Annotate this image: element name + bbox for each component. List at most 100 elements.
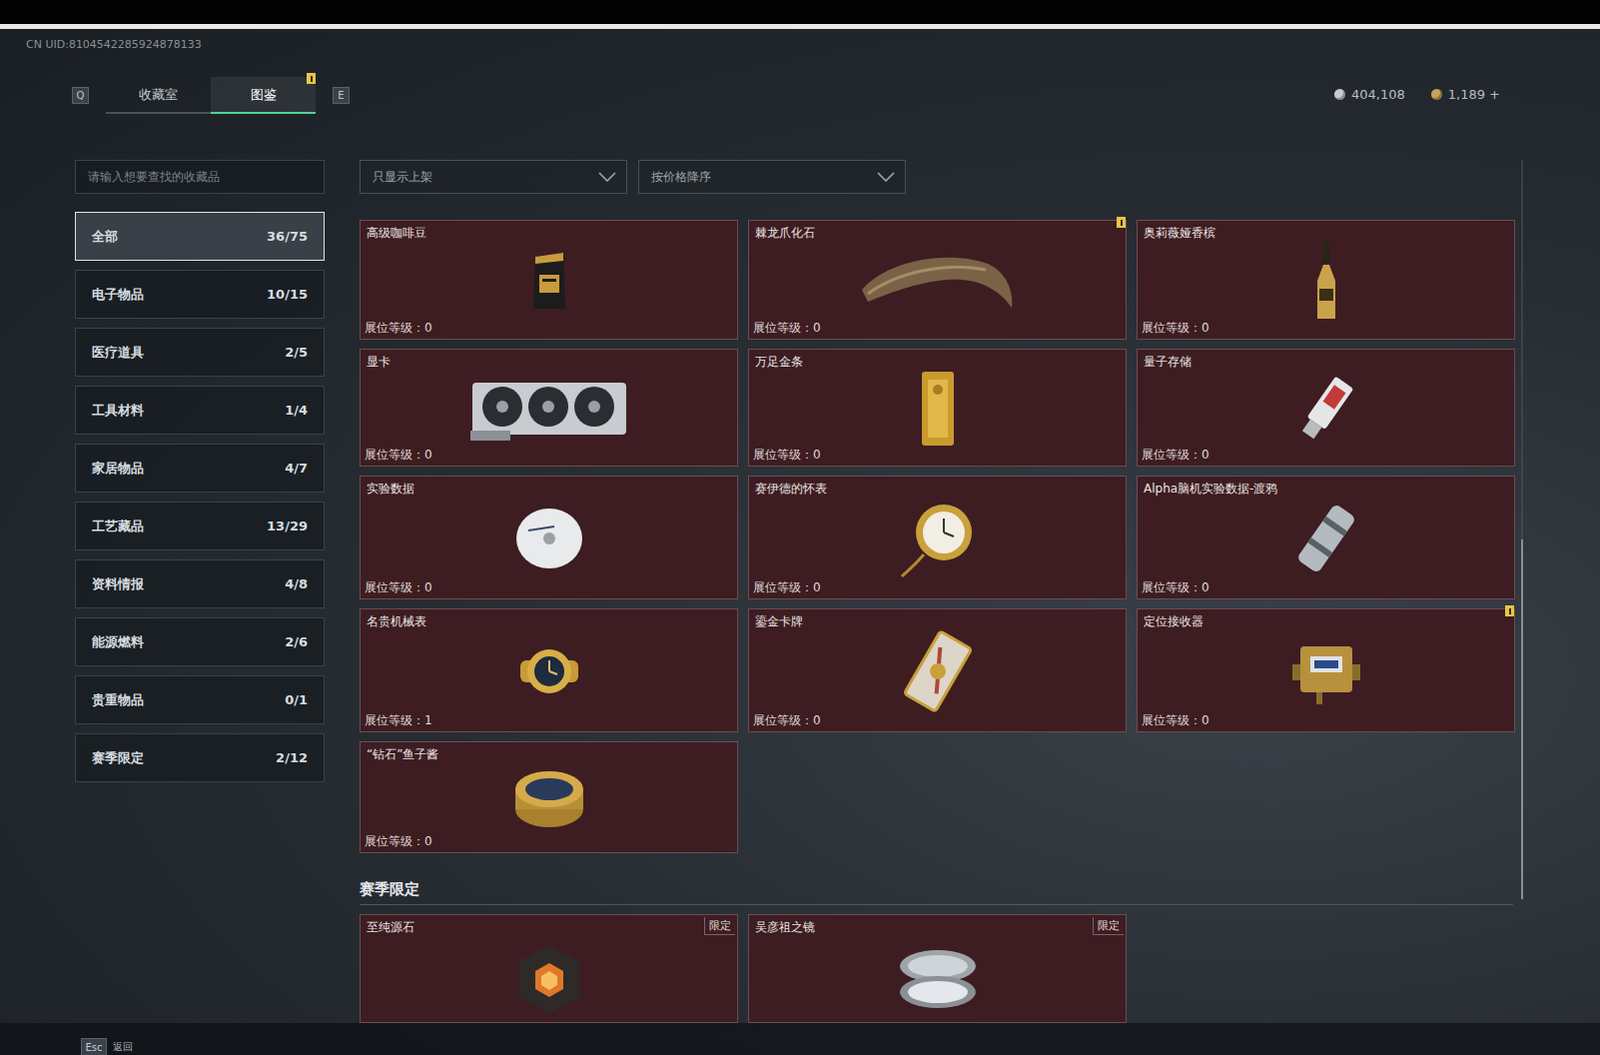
item-card[interactable]: “钻石”鱼子酱展位等级：0 bbox=[359, 741, 739, 853]
category-item[interactable]: 家居物品4/7 bbox=[74, 443, 325, 493]
top-strip bbox=[0, 0, 1600, 24]
search-field[interactable]: 请输入想要查找的收藏品 bbox=[74, 159, 325, 194]
filter-dropdown[interactable]: 只显示上架 bbox=[359, 159, 628, 194]
item-art bbox=[1137, 240, 1515, 321]
item-name: 万足金条 bbox=[749, 349, 1126, 370]
chevron-down-icon bbox=[598, 171, 617, 182]
item-name: 名贵机械表 bbox=[360, 609, 738, 630]
tabs: 收藏室图鉴 bbox=[105, 76, 316, 114]
filters: 只显示上架按价格降序 bbox=[359, 159, 1514, 194]
new-badge bbox=[306, 72, 316, 84]
item-name: 鎏金卡牌 bbox=[749, 609, 1126, 630]
item-grade: 展位等级：0 bbox=[1137, 580, 1515, 599]
gilded-card-icon bbox=[895, 629, 980, 714]
compact-mirror-icon bbox=[895, 945, 980, 1012]
category-item[interactable]: 赛季限定2/12 bbox=[74, 733, 325, 783]
caviar-tin-icon bbox=[511, 763, 588, 833]
item-grade: 展位等级：0 bbox=[1137, 713, 1515, 732]
item-grade: 展位等级：1 bbox=[360, 713, 738, 732]
category-item[interactable]: 电子物品10/15 bbox=[74, 269, 325, 319]
scroll-thumb[interactable] bbox=[1521, 539, 1524, 899]
item-art bbox=[1137, 496, 1515, 581]
page: CN UID:8104542285924878133 Q 收藏室图鉴 E 404,108… bbox=[0, 0, 1600, 1055]
item-grade: 展位等级：0 bbox=[749, 320, 1126, 339]
item-card[interactable]: 名贵机械表展位等级：1 bbox=[359, 608, 739, 733]
tab[interactable]: 收藏室 bbox=[105, 76, 211, 114]
item-grade: 展位等级：0 bbox=[749, 580, 1126, 599]
data-canister-icon bbox=[1291, 500, 1362, 577]
item-grade: 展位等级：0 bbox=[360, 320, 738, 339]
item-card[interactable]: 万足金条展位等级：0 bbox=[748, 348, 1127, 467]
back-key[interactable]: Esc bbox=[80, 1037, 107, 1055]
item-art bbox=[360, 240, 738, 321]
item-name: 量子存储 bbox=[1137, 349, 1515, 370]
category-item[interactable]: 医疗道具2/5 bbox=[74, 327, 325, 377]
category-item[interactable]: 工具材料1/4 bbox=[74, 385, 325, 435]
champagne-bottle-icon bbox=[1313, 240, 1340, 321]
item-grade: 展位等级：0 bbox=[749, 447, 1126, 466]
season-grid: 至纯源石限定吴彦祖之镜限定 bbox=[359, 913, 1514, 1023]
category-item[interactable]: 贵重物品0/1 bbox=[74, 675, 325, 725]
item-name: 吴彦祖之镜 bbox=[749, 914, 1126, 935]
sidebar: 请输入想要查找的收藏品全部36/75 电子物品10/15 医疗道具2/5 工具材料1/… bbox=[74, 159, 325, 1023]
scrollbar[interactable] bbox=[1521, 159, 1524, 899]
item-card[interactable]: 高级咖啡豆展位等级：0 bbox=[359, 219, 739, 340]
collection-panel: 只显示上架按价格降序高级咖啡豆展位等级：0棘龙爪化石展位等级：0奥莉薇娅香槟展位… bbox=[359, 159, 1514, 1023]
item-grade: 展位等级：0 bbox=[1137, 320, 1515, 339]
category-item[interactable]: 资料情报4/8 bbox=[74, 559, 325, 609]
prev-key[interactable]: Q bbox=[71, 86, 89, 104]
currency: 404,108 1,189 + bbox=[1334, 37, 1501, 114]
pocket-watch-icon bbox=[897, 496, 978, 581]
item-art bbox=[1137, 629, 1515, 714]
category-item[interactable]: 工艺藏品13/29 bbox=[74, 501, 325, 551]
item-art bbox=[360, 496, 738, 581]
item-card[interactable]: 赛伊德的怀表展位等级：0 bbox=[748, 475, 1127, 600]
uid: CN UID:8104542285924878133 bbox=[25, 37, 350, 52]
item-grade: 展位等级：0 bbox=[360, 833, 738, 852]
item-card[interactable]: 鎏金卡牌展位等级：0 bbox=[748, 608, 1127, 733]
data-disc-icon bbox=[514, 506, 585, 571]
item-name: “钻石”鱼子酱 bbox=[360, 742, 738, 763]
locator-receiver-icon bbox=[1286, 634, 1367, 709]
currency-item: 1,189 + bbox=[1431, 74, 1501, 114]
category-item[interactable]: 全部36/75 bbox=[74, 211, 325, 261]
item-name: 实验数据 bbox=[360, 476, 738, 497]
season-card[interactable]: 吴彦祖之镜限定 bbox=[748, 913, 1127, 1023]
item-card[interactable]: 棘龙爪化石展位等级：0 bbox=[748, 219, 1127, 340]
item-card[interactable]: 定位接收器展位等级：0 bbox=[1136, 608, 1516, 733]
item-card[interactable]: 实验数据展位等级：0 bbox=[359, 475, 739, 600]
item-card[interactable]: 显卡展位等级：0 bbox=[359, 348, 739, 467]
item-art bbox=[1137, 369, 1515, 448]
tab[interactable]: 图鉴 bbox=[210, 76, 316, 114]
category-item[interactable]: 能源燃料2/6 bbox=[74, 617, 325, 667]
item-name: 显卡 bbox=[360, 349, 738, 370]
season-card[interactable]: 至纯源石限定 bbox=[359, 913, 739, 1023]
tabs-row: Q 收藏室图鉴 E bbox=[71, 76, 350, 114]
item-grade: 展位等级：0 bbox=[1137, 447, 1515, 466]
chevron-down-icon bbox=[876, 171, 895, 182]
item-art bbox=[749, 629, 1126, 714]
header: CN UID:8104542285924878133 Q 收藏室图鉴 E 404,108… bbox=[0, 28, 1600, 114]
coin-icon bbox=[1334, 88, 1346, 100]
item-art bbox=[360, 762, 738, 834]
item-card[interactable]: 奥莉薇娅香槟展位等级：0 bbox=[1136, 219, 1516, 340]
item-name: 至纯源石 bbox=[360, 914, 738, 935]
wristwatch-icon bbox=[516, 638, 583, 705]
currency-item: 404,108 bbox=[1334, 74, 1406, 114]
item-grade: 展位等级：0 bbox=[360, 580, 738, 599]
item-art bbox=[749, 240, 1126, 321]
item-card[interactable]: 量子存储展位等级：0 bbox=[1136, 348, 1516, 467]
graphics-card-icon bbox=[468, 374, 631, 443]
new-badge bbox=[1116, 216, 1126, 228]
category-list: 全部36/75 电子物品10/15 医疗道具2/5 工具材料1/4 家居物品4/7 工艺藏… bbox=[74, 211, 325, 783]
item-card[interactable]: Alpha脑机实验数据-渡鸦展位等级：0 bbox=[1136, 475, 1516, 600]
item-name: 赛伊德的怀表 bbox=[749, 476, 1126, 497]
pure-ore-gem-icon bbox=[513, 942, 586, 1015]
item-art bbox=[360, 934, 738, 1022]
item-grade: 展位等级：0 bbox=[360, 447, 738, 466]
item-art bbox=[749, 369, 1126, 448]
filter-dropdown[interactable]: 按价格降序 bbox=[638, 159, 906, 194]
next-key[interactable]: E bbox=[332, 86, 350, 104]
usb-drive-icon bbox=[1291, 370, 1362, 447]
section-title: 赛季限定 bbox=[359, 879, 1514, 898]
